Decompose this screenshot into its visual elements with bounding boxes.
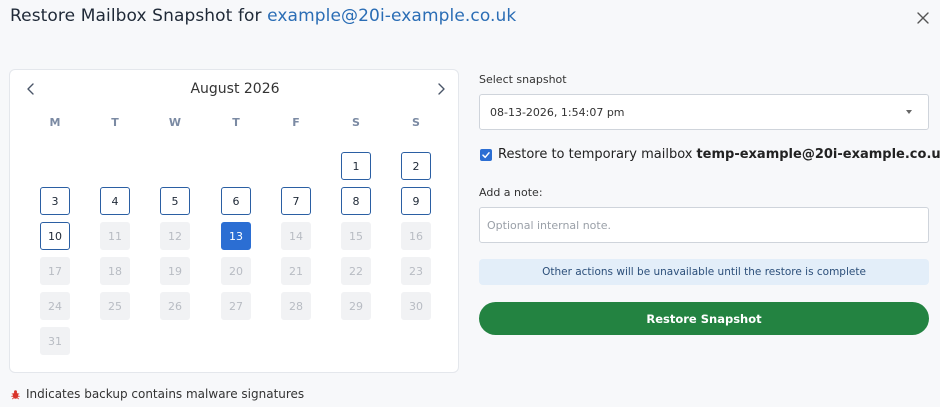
temp-mailbox-checkbox[interactable] [480, 148, 492, 161]
weekday-header: T [232, 116, 240, 129]
calendar-day-17: 17 [40, 257, 70, 285]
calendar-day-10[interactable]: 10 [40, 222, 70, 250]
calendar-day-31: 31 [40, 327, 70, 355]
restore-info-banner: Other actions will be unavailable until … [479, 259, 929, 285]
snapshot-select[interactable]: 08-13-2026, 1:54:07 pm [479, 94, 929, 130]
restore-snapshot-button[interactable]: Restore Snapshot [479, 302, 929, 335]
restore-info-text: Other actions will be unavailable until … [542, 266, 866, 278]
calendar-day-11: 11 [100, 222, 130, 250]
calendar-day-27: 27 [221, 292, 251, 320]
calendar-day-19: 19 [160, 257, 190, 285]
calendar-day-1[interactable]: 1 [341, 152, 371, 180]
calendar-day-23: 23 [401, 257, 431, 285]
calendar-day-28: 28 [281, 292, 311, 320]
dialog-title: Restore Mailbox Snapshot for example@20i… [10, 6, 516, 26]
calendar-day-18: 18 [100, 257, 130, 285]
calendar-day-22: 22 [341, 257, 371, 285]
weekday-header: F [292, 116, 300, 129]
chevron-right-icon [438, 83, 445, 95]
bug-icon [11, 389, 20, 399]
calendar-day-7[interactable]: 7 [281, 187, 311, 215]
calendar-day-5[interactable]: 5 [160, 187, 190, 215]
calendar-day-14: 14 [281, 222, 311, 250]
calendar-day-8[interactable]: 8 [341, 187, 371, 215]
calendar-day-15: 15 [341, 222, 371, 250]
weekday-header: W [168, 116, 182, 129]
calendar-day-3[interactable]: 3 [40, 187, 70, 215]
next-month-button[interactable] [432, 80, 450, 98]
dialog-title-prefix: Restore Mailbox Snapshot for [10, 6, 262, 26]
month-label: August 2026 [190, 81, 280, 97]
calendar-day-4[interactable]: 4 [100, 187, 130, 215]
caret-down-icon [906, 110, 912, 114]
weekday-header: S [352, 116, 360, 129]
close-icon [917, 12, 929, 24]
calendar-day-6[interactable]: 6 [221, 187, 251, 215]
calendar-day-9[interactable]: 9 [401, 187, 431, 215]
add-note-label: Add a note: [479, 186, 543, 199]
calendar-day-12: 12 [160, 222, 190, 250]
close-button[interactable] [913, 8, 933, 28]
dialog-title-email: example@20i-example.co.uk [267, 6, 517, 26]
calendar-day-21: 21 [281, 257, 311, 285]
note-input[interactable] [479, 207, 929, 243]
calendar-day-26: 26 [160, 292, 190, 320]
calendar-day-29: 29 [341, 292, 371, 320]
calendar-day-24: 24 [40, 292, 70, 320]
weekday-header: M [49, 116, 61, 129]
checkmark-icon [482, 151, 490, 158]
calendar-day-13[interactable]: 13 [221, 222, 251, 250]
calendar: August 2026 M T W T F S S 1 2 3 4 5 6 7 8 9 10 11 12 13 14 15… [9, 69, 459, 373]
temp-mailbox-label: Restore to temporary mailbox [498, 147, 693, 162]
weekday-header: T [111, 116, 119, 129]
calendar-day-20: 20 [221, 257, 251, 285]
calendar-day-16: 16 [401, 222, 431, 250]
calendar-day-30: 30 [401, 292, 431, 320]
calendar-day-2[interactable]: 2 [401, 152, 431, 180]
temp-mailbox-address: temp-example@20i-example.co.uk [696, 147, 940, 162]
calendar-day-25: 25 [100, 292, 130, 320]
select-snapshot-label: Select snapshot [479, 73, 567, 86]
snapshot-select-value: 08-13-2026, 1:54:07 pm [490, 105, 625, 119]
malware-legend-text: Indicates backup contains malware signat… [26, 387, 305, 401]
malware-legend: Indicates backup contains malware signat… [10, 387, 304, 401]
temp-mailbox-option: Restore to temporary mailbox temp-exampl… [480, 147, 940, 162]
weekday-header: S [412, 116, 420, 129]
